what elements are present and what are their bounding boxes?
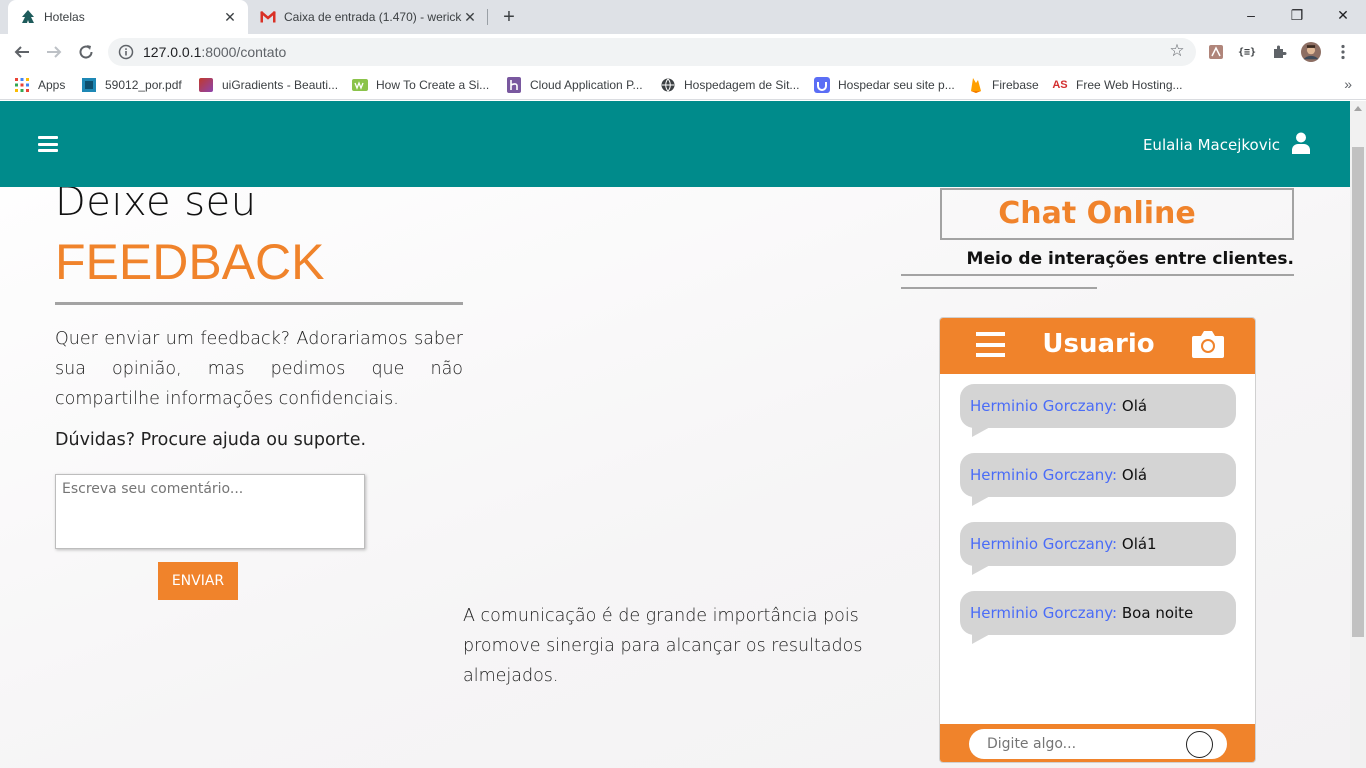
address-bar[interactable]: 127.0.0.1:8000/contato ☆ xyxy=(108,38,1196,66)
url-host: 127.0.0.1 xyxy=(143,44,202,60)
hotel-icon xyxy=(20,9,36,25)
heroku-icon xyxy=(506,77,522,93)
menu-hamburger-icon[interactable] xyxy=(38,136,58,152)
browser-toolbar: 127.0.0.1:8000/contato ☆ {≡} xyxy=(0,34,1366,70)
profile-avatar-icon[interactable] xyxy=(1301,42,1321,62)
message-text: Olá xyxy=(1121,466,1148,484)
bookmark-star-icon[interactable]: ☆ xyxy=(1168,42,1186,60)
tab-hotelas[interactable]: Hotelas ✕ xyxy=(8,0,248,34)
tab-title: Caixa de entrada (1.470) - werick xyxy=(284,10,462,24)
bookmark-label: Cloud Application P... xyxy=(530,78,643,92)
extensions-puzzle-icon[interactable] xyxy=(1269,42,1289,62)
chat-title-box: Chat Online xyxy=(940,188,1294,240)
tab-title: Hotelas xyxy=(44,10,85,24)
bookmarks-overflow-button[interactable]: » xyxy=(1344,76,1352,92)
chat-divider-short xyxy=(901,287,1097,289)
message-author: Herminio Gorczany: xyxy=(970,397,1118,415)
chat-window: Usuario Herminio Gorczany: Olá Herminio … xyxy=(939,317,1256,763)
apps-grid-icon xyxy=(14,77,30,93)
forward-icon[interactable] xyxy=(42,40,66,64)
bookmark-label: Hospedagem de Sit... xyxy=(684,78,800,92)
scroll-up-icon[interactable] xyxy=(1354,106,1362,111)
shield-bookmark-icon xyxy=(814,77,830,93)
tab-separator xyxy=(487,9,488,25)
message-text: Boa noite xyxy=(1121,604,1194,622)
firebase-icon xyxy=(968,77,984,93)
feedback-heading-line2: FEEDBACK xyxy=(55,234,325,290)
scrollbar-thumb[interactable] xyxy=(1352,147,1364,637)
user-icon[interactable] xyxy=(1292,132,1310,154)
bookmark-label: 59012_por.pdf xyxy=(105,78,182,92)
help-text: Dúvidas? Procure ajuda ou suporte. xyxy=(55,430,367,450)
restore-button[interactable]: ❐ xyxy=(1274,0,1320,30)
camera-icon[interactable] xyxy=(1191,329,1225,359)
message-author: Herminio Gorczany: xyxy=(970,466,1118,484)
user-name[interactable]: Eulalia Macejkovic xyxy=(1143,136,1280,154)
browser-tabstrip: Hotelas ✕ Caixa de entrada (1.470) - wer… xyxy=(0,0,1366,34)
bookmark-apps[interactable]: Apps xyxy=(14,76,65,94)
pdf-extension-icon[interactable] xyxy=(1206,42,1226,62)
bookmark-hospedagem[interactable]: Hospedagem de Sit... xyxy=(660,76,799,94)
tab-gmail[interactable]: Caixa de entrada (1.470) - werick ✕ xyxy=(250,0,488,34)
browser-menu-icon[interactable] xyxy=(1333,42,1353,62)
page-viewport: Eulalia Macejkovic Deixe seu FEEDBACK Qu… xyxy=(0,101,1350,768)
chat-message: Herminio Gorczany: Olá1 xyxy=(960,522,1236,575)
back-icon[interactable] xyxy=(10,40,34,64)
reload-icon[interactable] xyxy=(74,40,98,64)
gmail-icon xyxy=(260,9,276,25)
bookmark-label: Apps xyxy=(38,78,66,92)
chat-header: Usuario xyxy=(940,318,1255,374)
bookmark-label: uiGradients - Beauti... xyxy=(222,78,339,92)
message-author: Herminio Gorczany: xyxy=(970,535,1118,553)
message-author: Herminio Gorczany: xyxy=(970,604,1118,622)
tab-close-icon[interactable]: ✕ xyxy=(462,9,478,25)
chat-divider-long xyxy=(901,274,1294,276)
bookmark-free-hosting[interactable]: AS Free Web Hosting... xyxy=(1052,76,1183,94)
bookmark-pdf[interactable]: 59012_por.pdf xyxy=(81,76,182,94)
page-scrollbar[interactable] xyxy=(1350,101,1366,768)
site-info-icon[interactable] xyxy=(118,44,134,60)
uigradients-icon xyxy=(198,77,214,93)
send-feedback-button[interactable]: ENVIAR xyxy=(158,562,238,600)
new-tab-button[interactable]: + xyxy=(498,6,520,28)
chat-subtitle: Meio de interações entre clientes. xyxy=(966,249,1294,269)
url-text: 127.0.0.1:8000/contato xyxy=(143,44,286,60)
comment-textarea[interactable] xyxy=(55,474,365,549)
send-circle-icon[interactable] xyxy=(1186,731,1213,758)
tab-close-icon[interactable]: ✕ xyxy=(222,9,238,25)
json-extension-icon[interactable]: {≡} xyxy=(1237,42,1257,62)
chat-footer xyxy=(940,724,1255,762)
chat-message: Herminio Gorczany: Olá xyxy=(960,384,1236,437)
globe-icon xyxy=(660,77,676,93)
message-text: Olá1 xyxy=(1121,535,1157,553)
chat-title: Chat Online xyxy=(998,196,1196,231)
site-navbar: Eulalia Macejkovic xyxy=(0,101,1350,187)
bookmark-label: Firebase xyxy=(992,78,1039,92)
feedback-description: Quer enviar um feedback? Adorariamos sab… xyxy=(55,329,463,409)
bookmark-label: Free Web Hosting... xyxy=(1076,78,1183,92)
bookmark-label: Hospedar seu site p... xyxy=(838,78,955,92)
how-to-icon xyxy=(352,77,368,93)
feedback-divider xyxy=(55,302,463,305)
bookmark-hospedar[interactable]: Hospedar seu site p... xyxy=(814,76,955,94)
url-path: :8000/contato xyxy=(201,44,287,60)
freehosting-icon: AS xyxy=(1052,79,1068,91)
chat-message: Herminio Gorczany: Olá xyxy=(960,453,1236,506)
message-text: Olá xyxy=(1121,397,1148,415)
close-window-button[interactable]: ✕ xyxy=(1320,0,1366,30)
bookmark-uigradients[interactable]: uiGradients - Beauti... xyxy=(198,76,338,94)
communication-text: A comunicação é de grande importância po… xyxy=(463,606,863,686)
bookmark-heroku[interactable]: Cloud Application P... xyxy=(506,76,643,94)
bookmark-how-to[interactable]: How To Create a Si... xyxy=(352,76,489,94)
minimize-button[interactable]: – xyxy=(1228,0,1274,30)
bookmark-label: How To Create a Si... xyxy=(376,78,490,92)
bookmarks-bar: Apps 59012_por.pdf uiGradients - Beauti.… xyxy=(0,70,1366,100)
bookmark-firebase[interactable]: Firebase xyxy=(968,76,1039,94)
pdf-file-icon xyxy=(81,77,97,93)
chat-message: Herminio Gorczany: Boa noite xyxy=(960,591,1236,644)
